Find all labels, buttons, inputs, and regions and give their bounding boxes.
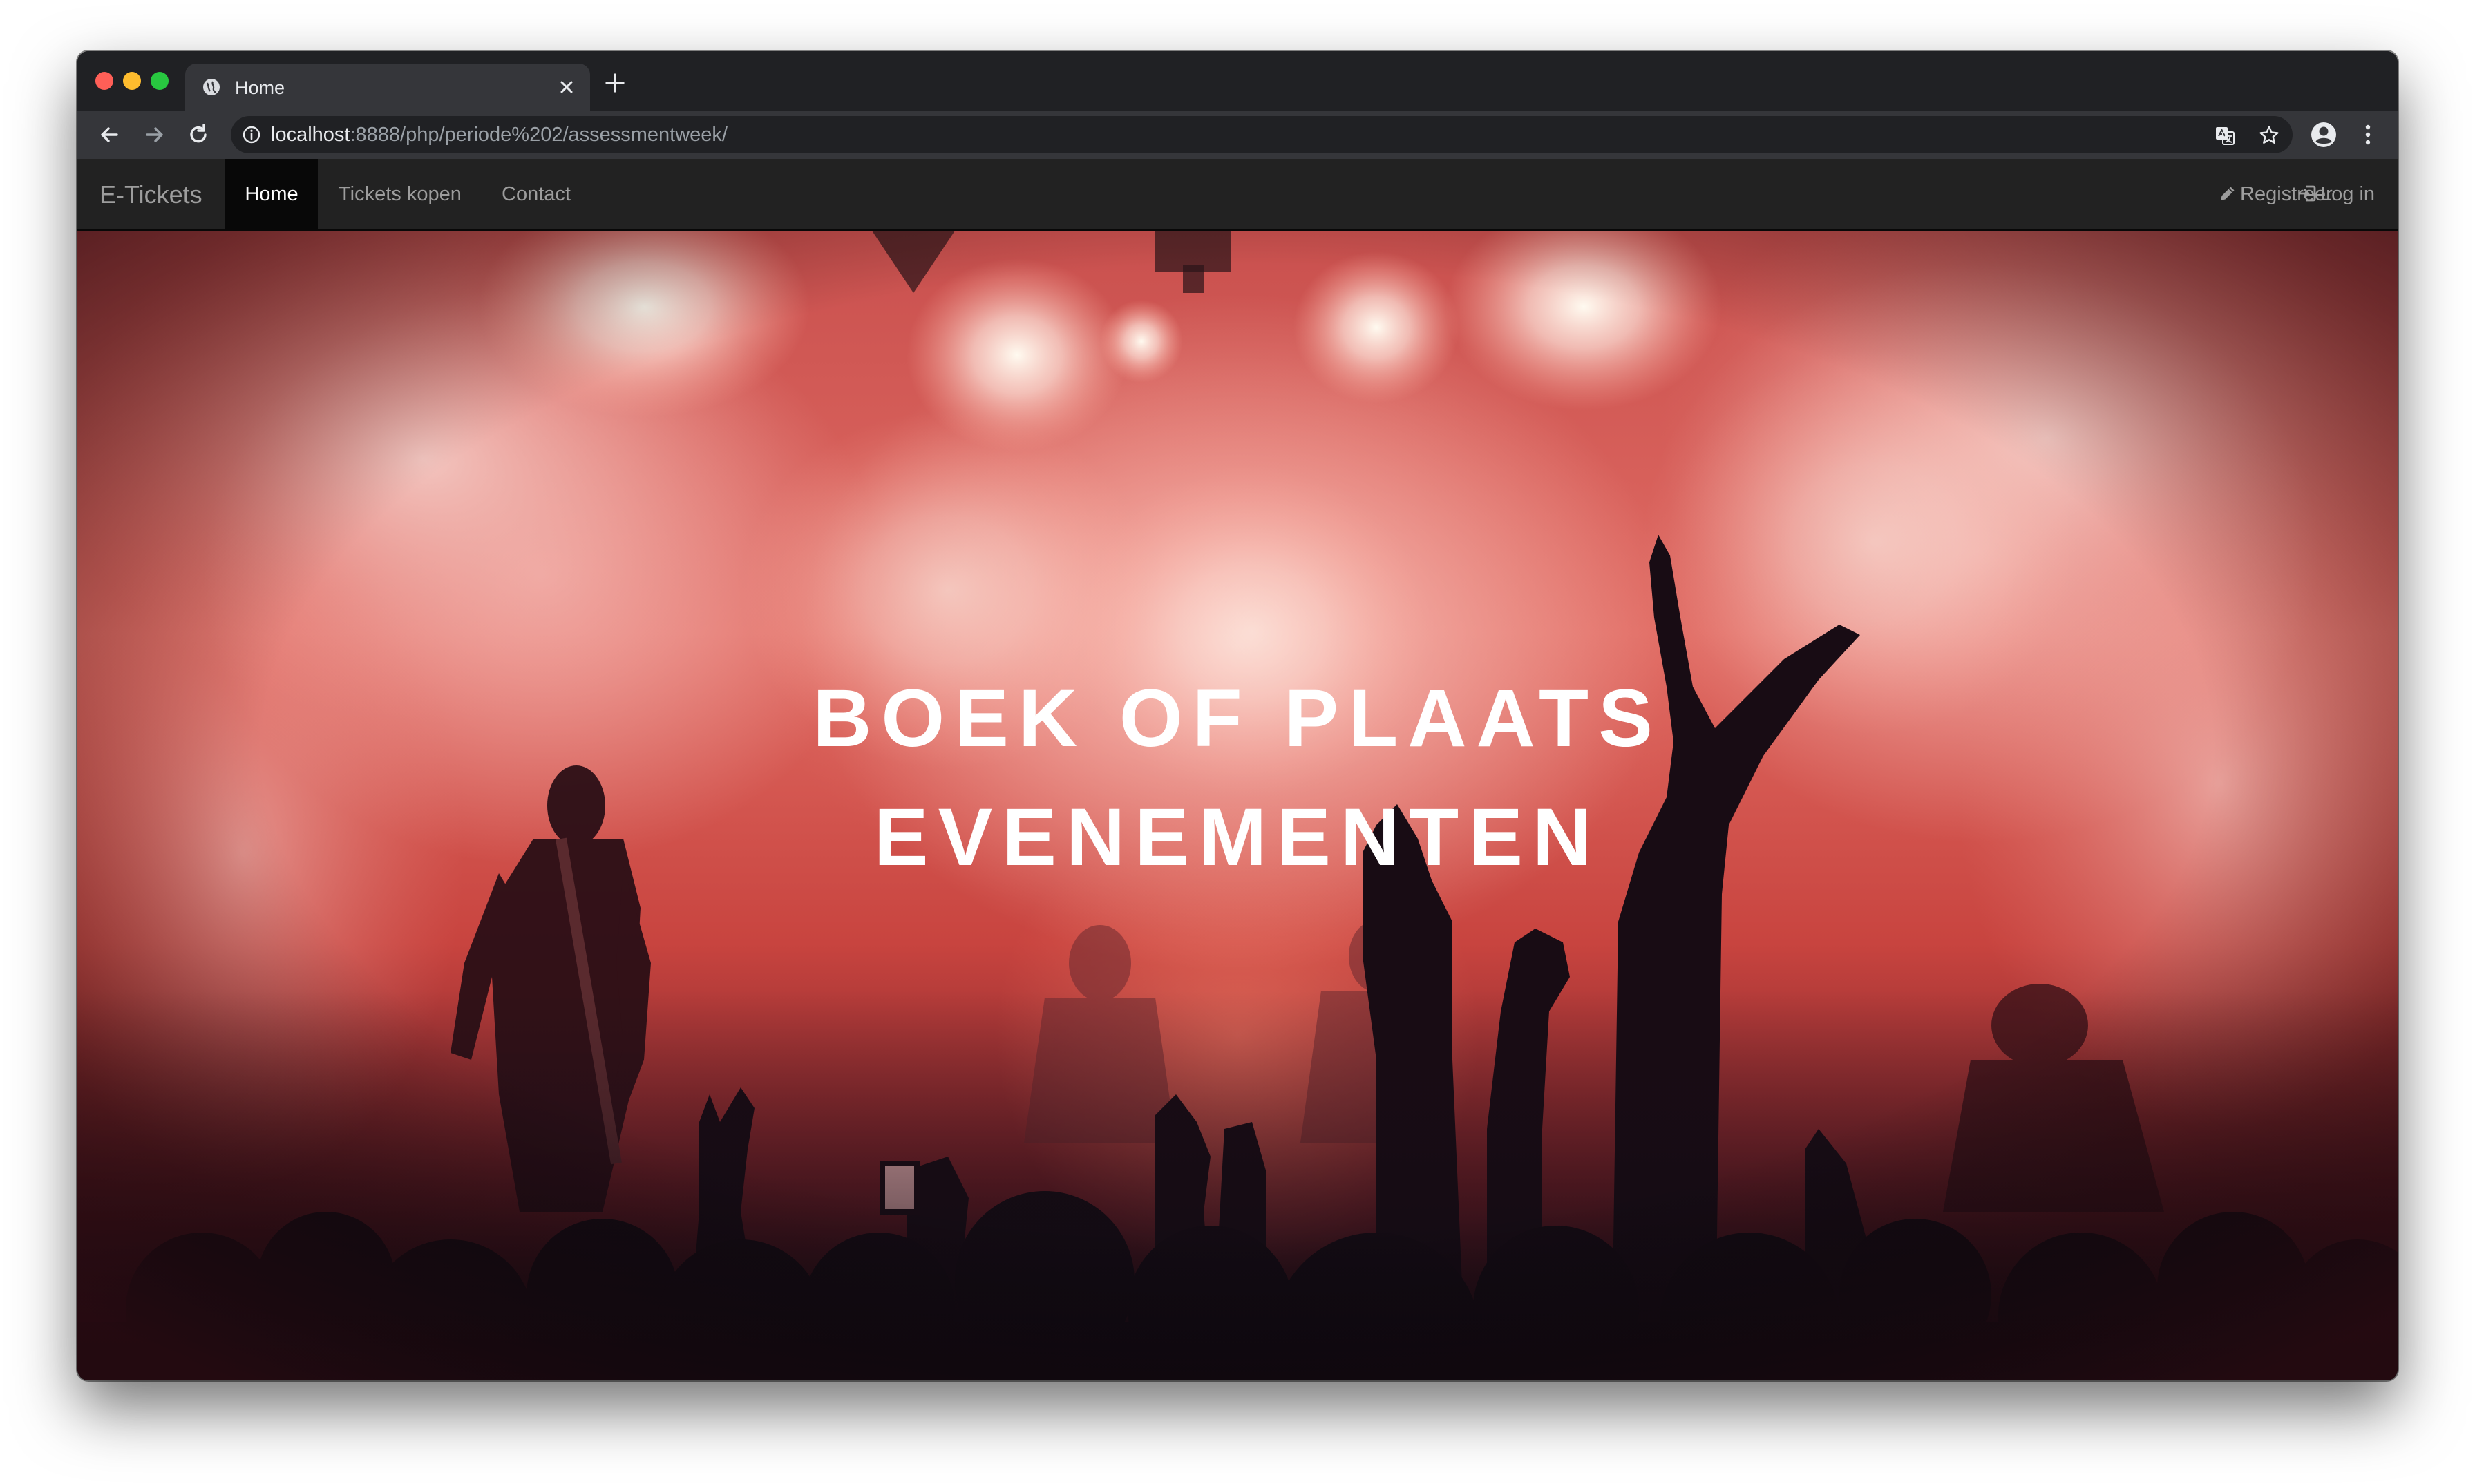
url-text[interactable]: localhost:8888/php/periode%202/assessmen…	[271, 124, 728, 146]
login-label: Log in	[2320, 183, 2376, 205]
tab-title: Home	[235, 77, 285, 98]
nav-item-label: Contact	[502, 183, 571, 205]
nav-item-contact[interactable]: Contact	[502, 159, 571, 229]
address-bar[interactable]: localhost:8888/php/periode%202/assessmen…	[231, 116, 2293, 153]
nav-item-label: Home	[245, 183, 298, 205]
tab-strip: Home	[77, 51, 2398, 111]
plus-icon[interactable]	[601, 69, 629, 97]
hero-title-line-2: EVENEMENTEN	[873, 792, 1602, 883]
account-icon[interactable]	[2308, 119, 2340, 151]
globe-icon	[203, 79, 220, 95]
star-icon[interactable]	[2258, 124, 2280, 146]
url-path: :8888/php/periode%202/assessmentweek/	[350, 124, 728, 146]
log-in-icon	[2299, 185, 2316, 202]
arrow-left-icon[interactable]	[94, 119, 126, 151]
arrow-right-icon[interactable]	[138, 119, 170, 151]
translate-icon[interactable]	[2214, 124, 2236, 146]
kebab-menu-icon[interactable]	[2352, 119, 2384, 151]
brand-link[interactable]: E-Tickets	[99, 181, 202, 209]
close-tab-icon[interactable]	[554, 75, 579, 99]
hero-title-line-1: BOEK OF PLAATS	[813, 673, 1662, 764]
info-icon[interactable]	[242, 125, 261, 144]
nav-item-home[interactable]: Home	[225, 159, 318, 229]
pencil-icon	[2221, 187, 2235, 200]
browser-toolbar: localhost:8888/php/periode%202/assessmen…	[77, 111, 2398, 159]
url-host: localhost	[271, 124, 350, 146]
login-link[interactable]: Log in	[2297, 159, 2375, 229]
browser-tab-home[interactable]: Home	[185, 64, 590, 111]
web-page: E-Tickets Home Tickets kopen Contact Reg…	[77, 159, 2398, 1380]
hero-section: BOEK OF PLAATS EVENEMENTEN	[77, 231, 2398, 1380]
close-window-button[interactable]	[95, 72, 113, 90]
nav-item-label: Tickets kopen	[339, 183, 462, 205]
maximize-window-button[interactable]	[151, 72, 169, 90]
minimize-window-button[interactable]	[123, 72, 141, 90]
browser-window: Home localhost:8888/php/periode%202/asse…	[77, 51, 2398, 1380]
site-navbar: E-Tickets Home Tickets kopen Contact Reg…	[77, 159, 2398, 231]
reload-icon[interactable]	[182, 119, 214, 151]
hero-title: BOEK OF PLAATS EVENEMENTEN	[77, 659, 2398, 897]
nav-item-tickets-kopen[interactable]: Tickets kopen	[339, 159, 462, 229]
